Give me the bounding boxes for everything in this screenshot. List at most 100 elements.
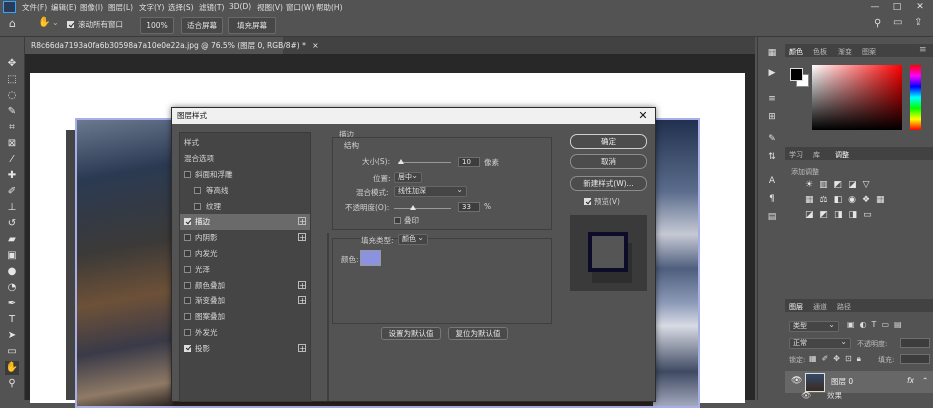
black-white-icon[interactable]: ◧ xyxy=(834,195,849,205)
size-slider-track[interactable] xyxy=(398,162,451,163)
paragraph-icon[interactable]: ¶ xyxy=(765,193,779,205)
color-picker-field[interactable] xyxy=(812,65,902,130)
hand-tool-icon[interactable]: ✋ xyxy=(38,17,50,28)
adjust-icon[interactable]: ⊞ xyxy=(765,111,779,123)
style-item[interactable]: 内发光 xyxy=(180,246,310,262)
layer-fill-field[interactable] xyxy=(900,354,930,364)
glyphs-icon[interactable]: ✎ xyxy=(765,133,779,145)
lock-pixels-icon[interactable]: ▦ xyxy=(809,354,822,363)
menu-edit[interactable]: 编辑(E) xyxy=(51,2,77,13)
style-checkbox[interactable] xyxy=(184,218,191,226)
opacity-input[interactable]: 33 xyxy=(458,202,480,212)
lock-paint-icon[interactable]: ✐ xyxy=(822,354,834,363)
close-window-button[interactable]: ✕ xyxy=(913,1,927,13)
collapse-chevron-icon[interactable]: ⌃ xyxy=(922,376,928,385)
zoom-100-button[interactable]: 100% xyxy=(140,17,174,34)
photo-filter-icon[interactable]: ◉ xyxy=(848,195,862,205)
style-checkbox[interactable] xyxy=(194,202,201,210)
position-select[interactable]: 居中 xyxy=(394,171,422,183)
gradient-tool-icon[interactable]: ▣ xyxy=(5,249,19,263)
marquee-tool-icon[interactable]: ⬚ xyxy=(5,73,19,87)
effects-eye-icon[interactable]: 👁︎ xyxy=(801,391,811,400)
tab-paths[interactable]: 路径 xyxy=(837,302,851,312)
tab-gradients[interactable]: 渐变 xyxy=(838,47,852,57)
curves-icon[interactable]: ◩ xyxy=(834,180,849,190)
menu-window[interactable]: 窗口(W) xyxy=(286,2,314,13)
document-tab-close-icon[interactable]: × xyxy=(312,41,318,50)
type-tool-icon[interactable]: T xyxy=(5,313,19,327)
move-tool-icon[interactable]: ✥ xyxy=(5,57,19,71)
tab-swatches[interactable]: 色板 xyxy=(813,47,827,57)
style-item[interactable]: 斜面和浮雕 xyxy=(180,167,310,183)
actions-icon[interactable]: ▶ xyxy=(765,67,779,79)
fill-screen-button[interactable]: 填充屏幕 xyxy=(228,17,276,34)
lasso-tool-icon[interactable]: ◌ xyxy=(5,89,19,103)
style-checkbox[interactable] xyxy=(184,250,191,257)
zoom-tool-icon[interactable]: ⚲ xyxy=(5,377,19,391)
home-icon[interactable]: ⌂ xyxy=(9,17,16,30)
style-item[interactable]: 等高线 xyxy=(180,183,310,199)
size-slider-thumb[interactable] xyxy=(397,159,404,164)
menu-view[interactable]: 视图(V) xyxy=(257,2,283,13)
selective-color-icon[interactable]: ◨ xyxy=(849,210,864,220)
layer-kind-filter[interactable]: 类型 xyxy=(789,320,839,332)
tab-adjustments[interactable]: 调整 xyxy=(835,150,849,160)
layer-name[interactable]: 图层 0 xyxy=(831,376,853,387)
style-item[interactable]: 光泽 xyxy=(180,262,310,278)
ok-button[interactable]: 确定 xyxy=(570,134,647,149)
menu-3d[interactable]: 3D(D) xyxy=(229,2,251,11)
color-lookup-icon[interactable]: ▦ xyxy=(876,195,891,205)
tab-libraries[interactable]: 库 xyxy=(813,150,820,160)
add-style-instance-icon[interactable]: + xyxy=(298,296,306,305)
tab-channels[interactable]: 通道 xyxy=(813,302,827,312)
style-checkbox[interactable] xyxy=(184,313,191,321)
style-item[interactable]: 图案叠加 xyxy=(180,309,310,325)
crop-tool-icon[interactable]: ⌗ xyxy=(5,121,19,135)
menu-filter[interactable]: 滤镜(T) xyxy=(199,2,224,13)
style-item[interactable]: 纹理 xyxy=(180,199,310,215)
minimize-button[interactable]: — xyxy=(868,1,882,13)
blur-tool-icon[interactable]: ● xyxy=(5,265,19,279)
layer-row[interactable]: 👁︎ 图层 0 fx ⌃ xyxy=(785,371,933,393)
style-checkbox[interactable] xyxy=(184,281,191,289)
styles-icon[interactable]: ▤ xyxy=(765,211,779,223)
threshold-icon[interactable]: ◨ xyxy=(834,210,849,220)
dodge-tool-icon[interactable]: ◔ xyxy=(5,281,19,295)
opacity-slider-track[interactable] xyxy=(394,208,451,209)
tab-layers[interactable]: 图层 xyxy=(789,302,803,312)
panel-menu-icon[interactable]: ≡ xyxy=(919,45,927,55)
stroke-blend-select[interactable]: 线性加深 xyxy=(394,185,467,197)
document-tab[interactable]: R8c66da7193a0fa6b30598a7a10e0e22a.jpg @ … xyxy=(25,37,319,54)
new-style-button[interactable]: 新建样式(W)... xyxy=(570,176,647,191)
blend-options-item[interactable]: 混合选项 xyxy=(180,151,310,167)
dialog-title-bar[interactable]: 图层样式 xyxy=(172,108,655,124)
gradient-map-icon[interactable]: ▭ xyxy=(863,210,878,220)
lock-artboard-icon[interactable]: ⊡ xyxy=(845,354,857,363)
style-checkbox[interactable] xyxy=(184,234,191,242)
search-icon[interactable]: ⚲ xyxy=(874,18,881,29)
size-input[interactable]: 10 xyxy=(458,157,480,167)
brush-tool-icon[interactable]: ✐ xyxy=(5,185,19,199)
clone-stamp-tool-icon[interactable]: ⊥ xyxy=(5,201,19,215)
add-style-instance-icon[interactable]: + xyxy=(298,343,306,352)
filter-pixel-icon[interactable]: ▣ xyxy=(847,320,860,329)
style-checkbox[interactable] xyxy=(184,329,191,336)
reset-default-button[interactable]: 复位为默认值 xyxy=(448,327,508,340)
hue-slider[interactable] xyxy=(910,65,921,130)
scroll-all-checkbox[interactable] xyxy=(67,21,74,28)
layer-opacity-field[interactable] xyxy=(900,338,930,348)
style-item[interactable]: 颜色叠加 + xyxy=(180,278,310,294)
visibility-eye-icon[interactable]: 👁︎ xyxy=(791,376,802,386)
foreground-color-swatch[interactable] xyxy=(790,68,803,81)
frame-tool-icon[interactable]: ⊠ xyxy=(5,137,19,151)
lock-position-icon[interactable]: ✥ xyxy=(833,354,845,363)
brightness-icon[interactable]: ☀ xyxy=(805,180,819,190)
add-style-instance-icon[interactable]: + xyxy=(298,280,306,289)
filter-smart-icon[interactable]: ▤ xyxy=(894,320,907,329)
chevron-down-icon[interactable]: ⌄ xyxy=(52,18,59,27)
posterize-icon[interactable]: ◩ xyxy=(820,210,835,220)
quick-select-tool-icon[interactable]: ✎ xyxy=(5,105,19,119)
style-item[interactable]: 内阴影 + xyxy=(180,230,310,246)
style-checkbox[interactable] xyxy=(184,171,191,178)
vibrance-icon[interactable]: ▽ xyxy=(863,180,876,190)
